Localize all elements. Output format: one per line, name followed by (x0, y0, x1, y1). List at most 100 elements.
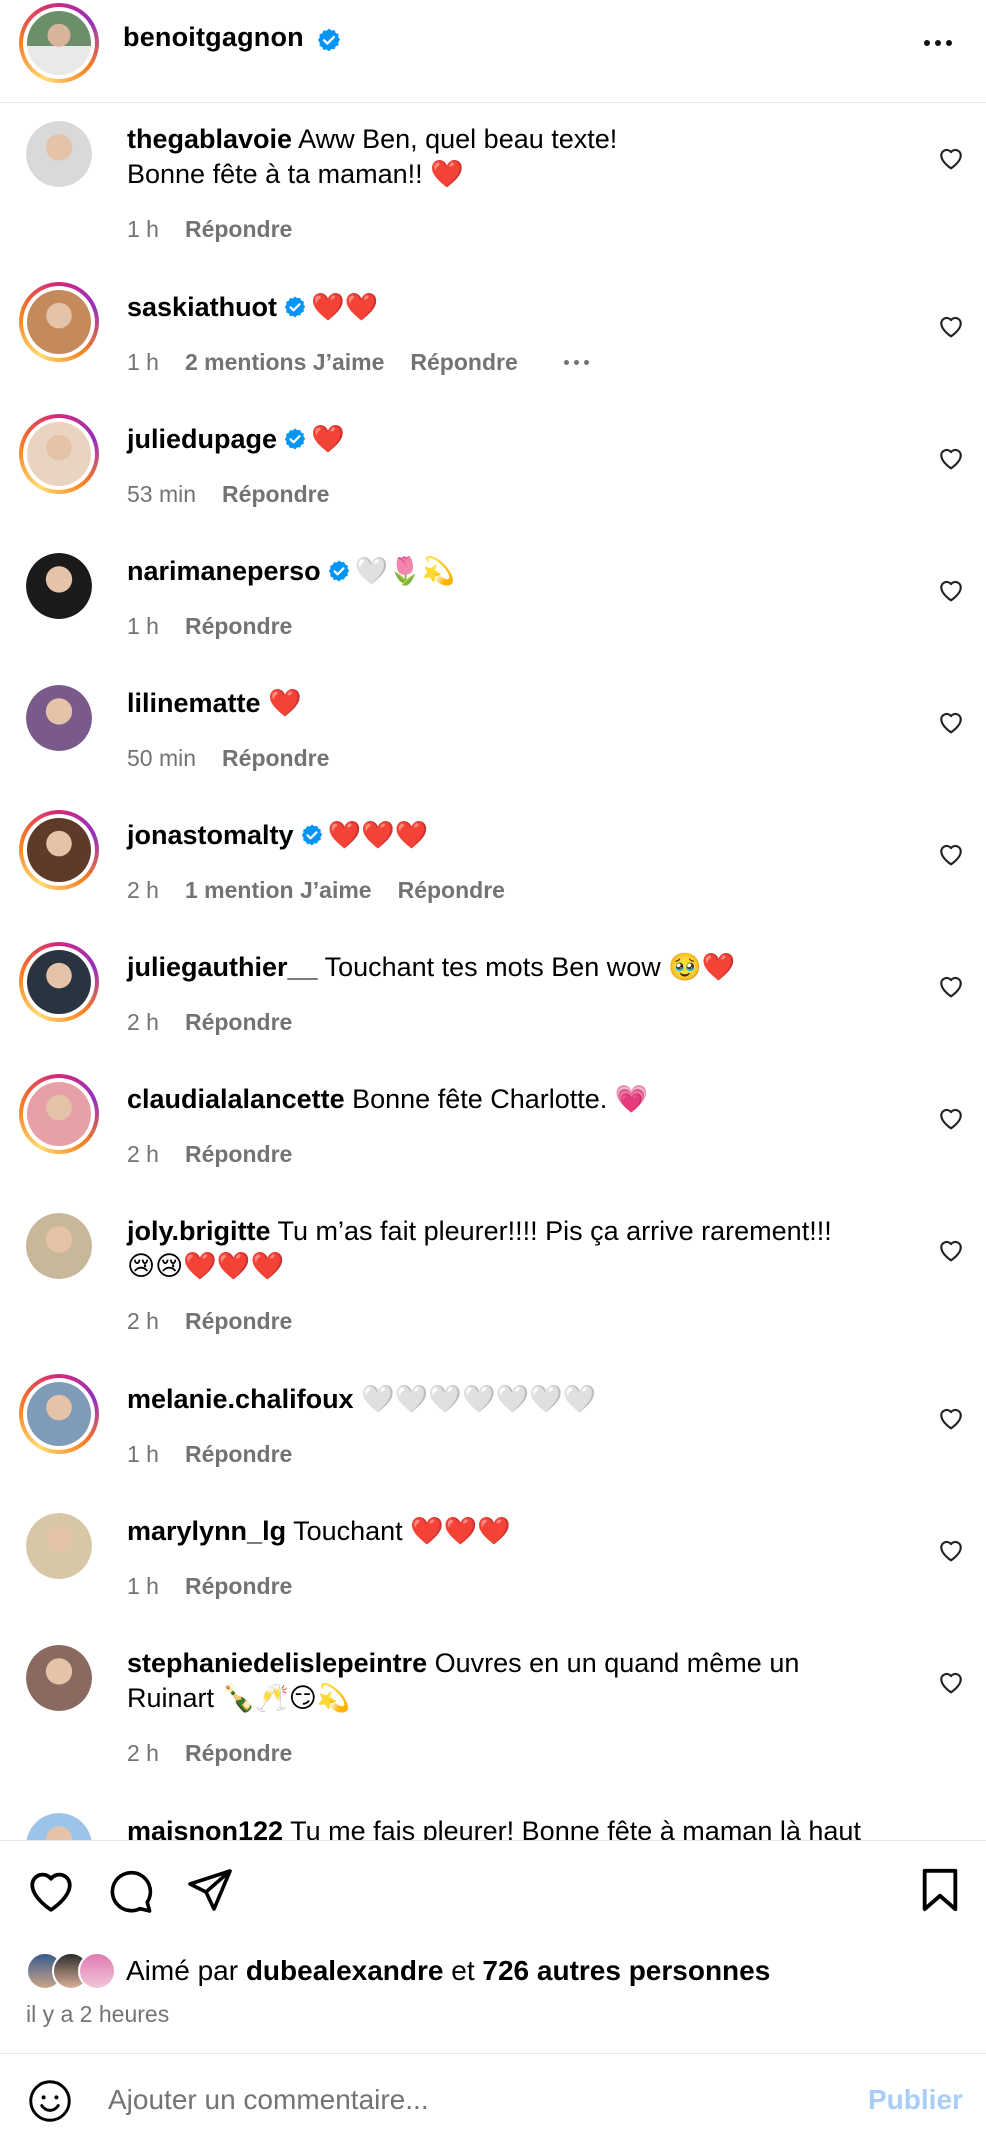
commenter-username[interactable]: jonastomalty (127, 820, 294, 850)
comment-meta: 2 h 1 mention J’aime Répondre (127, 877, 505, 904)
comment-body: Aww Ben, quel beau texte! (298, 124, 618, 154)
comment-like-heart-icon[interactable] (938, 842, 966, 868)
publish-button[interactable]: Publier (868, 2084, 963, 2116)
comment-text: joly.brigitte Tu m’as fait pleurer!!!! P… (127, 1214, 887, 1284)
commenter-username[interactable]: thegablavoie (127, 124, 292, 154)
commenter-username[interactable]: juliedupage (127, 424, 277, 454)
verified-badge-icon (300, 821, 324, 856)
commenter-avatar[interactable] (19, 1074, 99, 1154)
comment-meta: 2 h Répondre (127, 1308, 292, 1335)
liked-by-user[interactable]: dubealexandre (246, 1955, 444, 1986)
reply-button[interactable]: Répondre (185, 1573, 292, 1600)
commenter-avatar[interactable] (26, 685, 92, 751)
comment-time: 50 min (127, 745, 197, 771)
comment-like-heart-icon[interactable] (938, 710, 966, 736)
commenter-username[interactable]: maisnon122 (127, 1816, 283, 1840)
reply-button[interactable]: Répondre (185, 1740, 292, 1767)
comment-text: juliedupage ❤️ (127, 422, 887, 460)
reply-button[interactable]: Répondre (185, 1308, 292, 1335)
comment-more-icon[interactable] (563, 360, 589, 365)
comment-likes-count[interactable]: 2 mentions J’aime (185, 349, 384, 376)
reply-button[interactable]: Répondre (222, 745, 329, 772)
commenter-avatar[interactable] (26, 553, 92, 619)
comment-text: lilinematte ❤️ (127, 686, 887, 721)
commenter-avatar[interactable] (26, 1813, 92, 1840)
commenter-avatar[interactable] (26, 1213, 92, 1279)
comment-body: Ouvres en un quand même un (434, 1648, 800, 1678)
reply-button[interactable]: Répondre (185, 1141, 292, 1168)
comment-like-heart-icon[interactable] (938, 974, 966, 1000)
commenter-avatar[interactable] (19, 282, 99, 362)
commenter-username[interactable]: juliegauthier__ (127, 952, 318, 982)
comment-like-heart-icon[interactable] (938, 578, 966, 604)
commenter-username[interactable]: marylynn_lg (127, 1516, 286, 1546)
reply-button[interactable]: Répondre (185, 613, 292, 640)
comment-like-heart-icon[interactable] (938, 146, 966, 172)
reply-button[interactable]: Répondre (410, 349, 517, 376)
commenter-avatar[interactable] (19, 810, 99, 890)
comment-like-heart-icon[interactable] (938, 1238, 966, 1264)
comment-body: 🤍🤍🤍🤍🤍🤍🤍 (361, 1384, 597, 1414)
reply-button[interactable]: Répondre (398, 877, 505, 904)
comment-text: jonastomalty ❤️❤️❤️ (127, 818, 887, 856)
bookmark-icon[interactable] (920, 1867, 960, 1913)
comment-body-continued: 😢😢❤️❤️❤️ (127, 1251, 285, 1281)
comment-time: 1 h (127, 216, 159, 242)
comments-list[interactable]: thegablavoie Aww Ben, quel beau texte! Bo… (0, 104, 986, 1840)
comment-time: 2 h (127, 1740, 159, 1766)
commenter-username[interactable]: melanie.chalifoux (127, 1384, 354, 1414)
comment-meta: 1 h Répondre (127, 1441, 292, 1468)
comment-like-heart-icon[interactable] (938, 314, 966, 340)
comment-text: marylynn_lg Touchant ❤️❤️❤️ (127, 1514, 887, 1549)
commenter-avatar[interactable] (19, 942, 99, 1022)
comment-text: maisnon122 Tu me fais pleurer! Bonne fêt… (127, 1814, 887, 1840)
more-options-button[interactable] (918, 28, 958, 58)
verified-badge-icon (317, 28, 341, 52)
reply-button[interactable]: Répondre (185, 216, 292, 243)
comment-time: 2 h (127, 1009, 159, 1035)
comment-icon[interactable] (106, 1867, 154, 1915)
commenter-username[interactable]: narimaneperso (127, 556, 321, 586)
commenter-username[interactable]: claudialalancette (127, 1084, 345, 1114)
comment-like-heart-icon[interactable] (938, 1106, 966, 1132)
commenter-username[interactable]: saskiathuot (127, 292, 277, 322)
commenter-avatar[interactable] (19, 1374, 99, 1454)
send-icon[interactable] (186, 1867, 234, 1913)
liked-others-count[interactable]: 726 autres personnes (482, 1955, 770, 1986)
add-comment-input[interactable]: Ajouter un commentaire... (108, 2084, 429, 2116)
commenter-username[interactable]: lilinematte (127, 688, 261, 718)
comment-meta: 50 min Répondre (127, 745, 329, 772)
post-timestamp: il y a 2 heures (26, 2001, 170, 2027)
comment-time: 1 h (127, 1441, 159, 1467)
smiley-icon[interactable] (28, 2079, 72, 2123)
commenter-avatar[interactable] (26, 121, 92, 187)
comment-body: ❤️ (311, 424, 345, 454)
commenter-avatar[interactable] (19, 414, 99, 494)
commenter-avatar[interactable] (26, 1645, 92, 1711)
reply-button[interactable]: Répondre (222, 481, 329, 508)
reply-button[interactable]: Répondre (185, 1441, 292, 1468)
commenter-username[interactable]: joly.brigitte (127, 1216, 271, 1246)
comment-like-heart-icon[interactable] (938, 446, 966, 472)
reply-button[interactable]: Répondre (185, 1009, 292, 1036)
comment-like-heart-icon[interactable] (938, 1670, 966, 1696)
comment-like-heart-icon[interactable] (938, 1538, 966, 1564)
comment-text: melanie.chalifoux 🤍🤍🤍🤍🤍🤍🤍 (127, 1382, 887, 1417)
post-actions-panel: Aimé par dubealexandre et 726 autres per… (0, 1840, 986, 2148)
heart-icon[interactable] (26, 1867, 76, 1913)
comment-body: 🤍🌷💫 (354, 556, 456, 586)
comment-body: Touchant ❤️❤️❤️ (293, 1516, 512, 1546)
commenter-avatar[interactable] (26, 1513, 92, 1579)
comment-meta: 53 min Répondre (127, 481, 329, 508)
likes-summary[interactable]: Aimé par dubealexandre et 726 autres per… (26, 1949, 770, 1993)
verified-badge-icon (283, 425, 307, 460)
comment-body: ❤️❤️ (311, 292, 379, 322)
comment-like-heart-icon[interactable] (938, 1406, 966, 1432)
comment-meta: 2 h Répondre (127, 1740, 292, 1767)
comment-likes-count[interactable]: 1 mention J’aime (185, 877, 372, 904)
author-avatar[interactable] (19, 3, 99, 83)
author-username[interactable]: benoitgagnon (123, 22, 304, 53)
commenter-username[interactable]: stephaniedelislepeintre (127, 1648, 427, 1678)
comment-time: 2 h (127, 877, 159, 903)
verified-badge-icon (283, 293, 307, 328)
